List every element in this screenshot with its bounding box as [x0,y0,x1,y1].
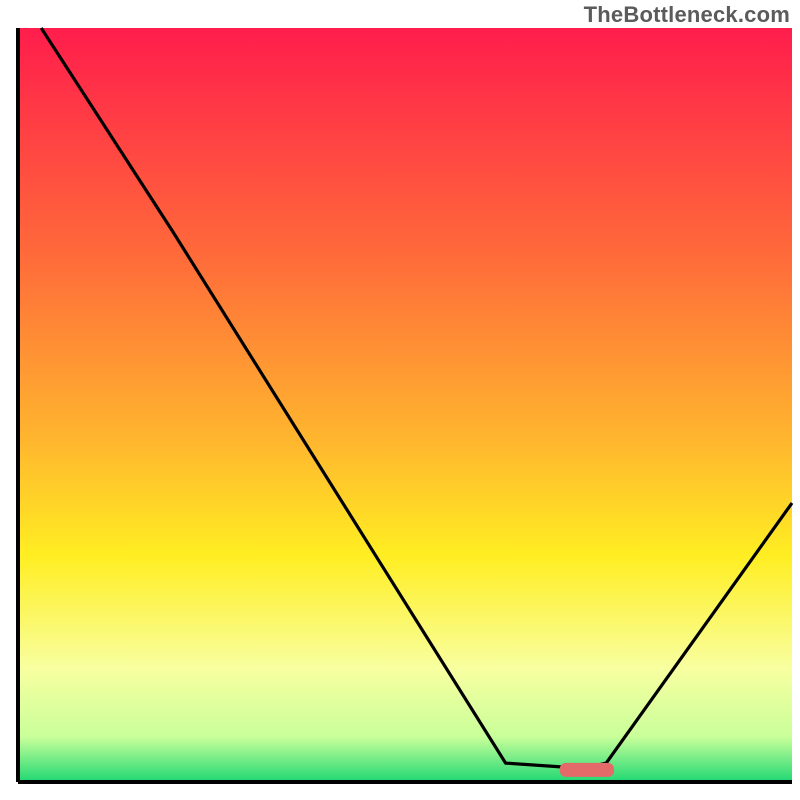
chart-svg [0,0,800,800]
gradient-background [18,28,792,782]
watermark-text: TheBottleneck.com [584,2,790,28]
chart-root: TheBottleneck.com [0,0,800,800]
optimal-marker [560,763,614,777]
